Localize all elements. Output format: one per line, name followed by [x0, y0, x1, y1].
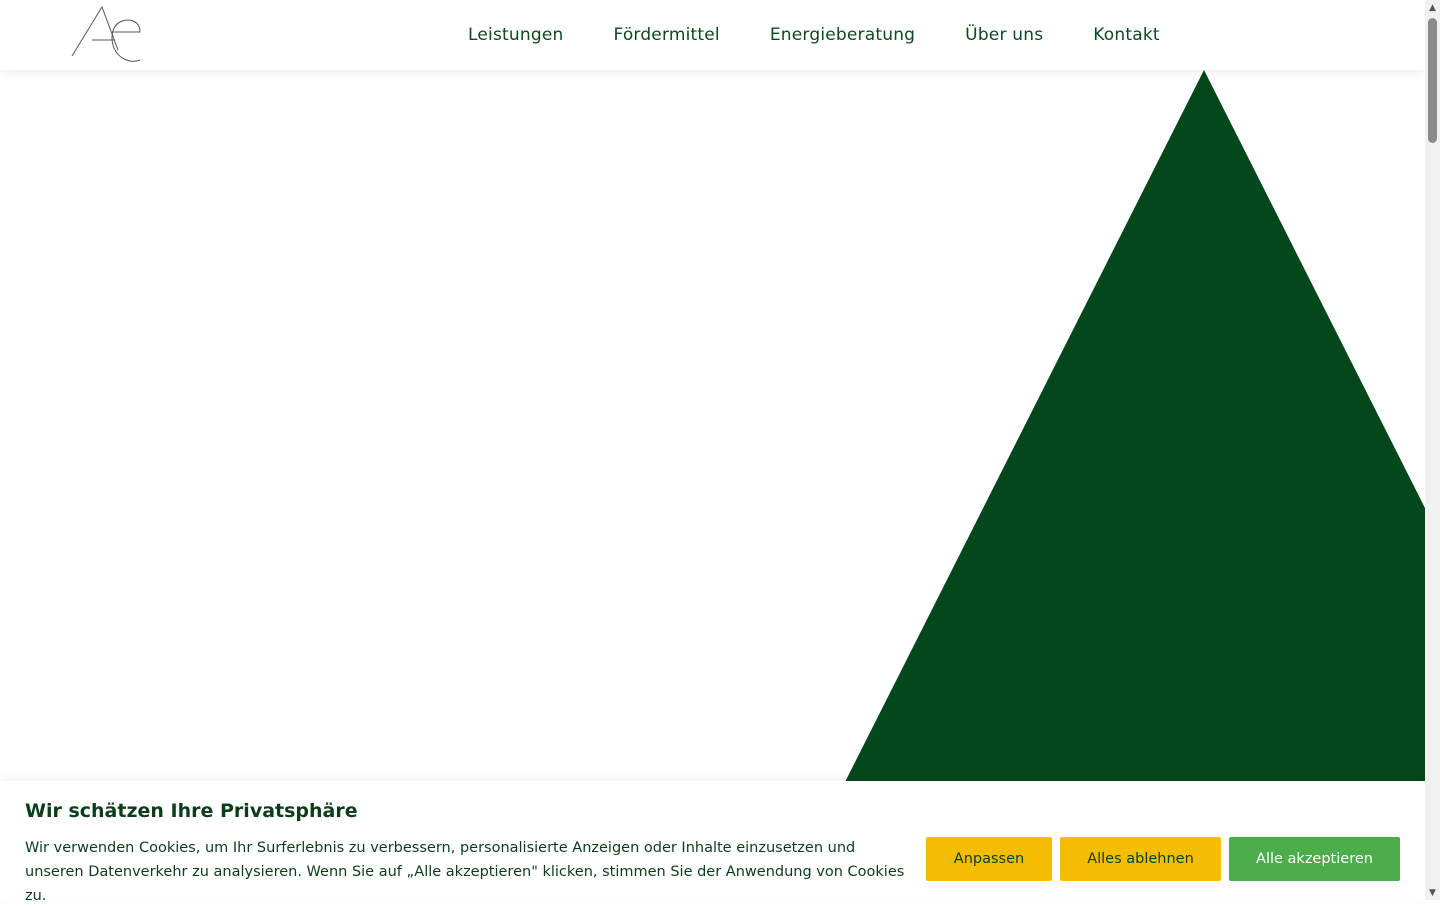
nav-item-energieberatung[interactable]: Energieberatung: [770, 25, 915, 45]
customize-button[interactable]: Anpassen: [926, 837, 1052, 881]
nav-item-foerdermittel[interactable]: Fördermittel: [613, 25, 719, 45]
scrollbar-thumb[interactable]: [1428, 18, 1437, 143]
logo-mark-icon: [71, 5, 141, 62]
main-nav: Leistungen Fördermittel Energieberatung …: [468, 0, 1160, 70]
hero-triangle-graphic: [845, 70, 1425, 782]
arrow-down-icon[interactable]: ▼: [1425, 885, 1440, 900]
cookie-banner: Wir schätzen Ihre Privatsphäre Wir verwe…: [0, 781, 1425, 904]
logo[interactable]: [70, 4, 144, 66]
nav-item-ueber-uns[interactable]: Über uns: [965, 25, 1043, 45]
arrow-up-icon[interactable]: ▲: [1425, 0, 1440, 15]
accept-all-button[interactable]: Alle akzeptieren: [1229, 837, 1400, 881]
page-scrollbar[interactable]: ▲ ▼: [1425, 0, 1440, 900]
nav-item-kontakt[interactable]: Kontakt: [1093, 25, 1159, 45]
cookie-title: Wir schätzen Ihre Privatsphäre: [25, 800, 358, 822]
nav-item-leistungen[interactable]: Leistungen: [468, 25, 563, 45]
cookie-text: Wir verwenden Cookies, um Ihr Surferlebn…: [25, 840, 905, 904]
reject-all-button[interactable]: Alles ablehnen: [1060, 837, 1221, 881]
site-header: Leistungen Fördermittel Energieberatung …: [0, 0, 1425, 70]
